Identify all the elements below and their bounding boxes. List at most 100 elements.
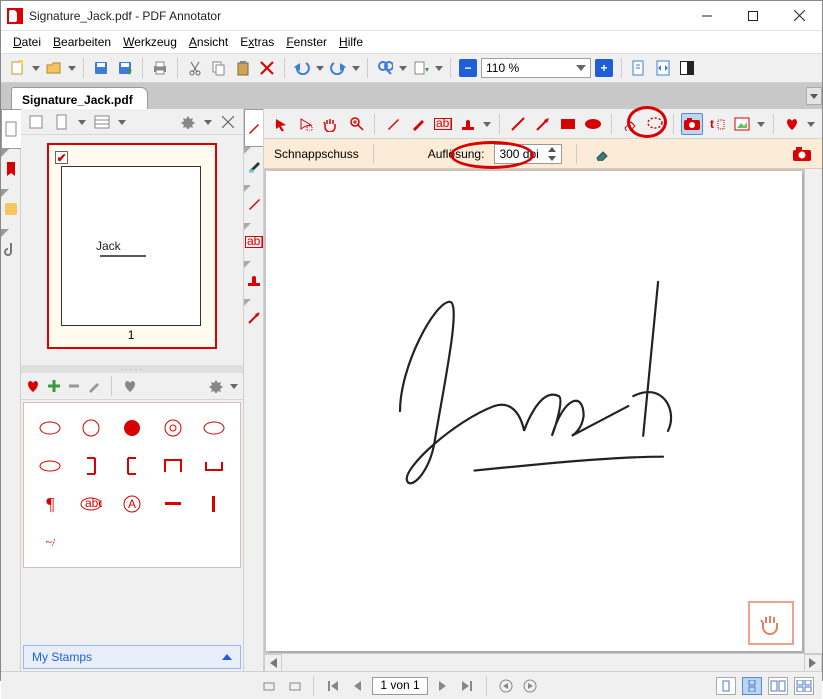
fullscreen-button[interactable] (676, 57, 698, 79)
image-tool[interactable] (731, 113, 753, 135)
favorites-heart-icon[interactable] (25, 379, 41, 393)
bookmarks-panel-tab[interactable] (1, 149, 21, 189)
stamp-item[interactable]: ¶ (30, 485, 71, 523)
stamp-item[interactable] (153, 485, 194, 523)
fit-width-button[interactable] (652, 57, 674, 79)
save-button[interactable] (90, 57, 112, 79)
undo-dropdown[interactable] (315, 64, 325, 72)
add-favorite-button[interactable] (47, 379, 61, 393)
zoom-tool[interactable] (345, 113, 367, 135)
menu-werkzeug[interactable]: Werkzeug (119, 34, 181, 50)
textbox-tool[interactable]: ab| (432, 113, 454, 135)
minimize-button[interactable] (684, 1, 730, 31)
new-page-button[interactable] (51, 111, 73, 133)
prev-page-button[interactable] (348, 677, 366, 695)
cut-button[interactable] (184, 57, 206, 79)
tool-arrow[interactable] (244, 299, 263, 337)
dpi-spinner[interactable] (545, 145, 559, 163)
favorite-tool[interactable] (781, 113, 803, 135)
nav-forward-button[interactable] (521, 677, 539, 695)
fit-page-button[interactable] (628, 57, 650, 79)
redo-dropdown[interactable] (351, 64, 361, 72)
pan-mode-button[interactable] (748, 601, 794, 645)
arrow-shape-tool[interactable] (532, 113, 554, 135)
annotations-panel-tab[interactable] (1, 189, 21, 229)
menu-bearbeiten[interactable]: Bearbeiten (49, 34, 115, 50)
scroll-right-button[interactable] (804, 654, 822, 672)
stamp-tool-dropdown[interactable] (482, 120, 492, 128)
new-page-dropdown[interactable] (77, 118, 87, 126)
sidebar-settings-button[interactable] (177, 111, 199, 133)
stamp-item[interactable] (193, 485, 234, 523)
paste-button[interactable] (232, 57, 254, 79)
stamp-item[interactable] (30, 447, 71, 485)
sidebar-splitter[interactable]: ····· (21, 365, 243, 373)
open-button[interactable] (43, 57, 65, 79)
lasso-tool[interactable] (644, 113, 666, 135)
view-continuous[interactable] (742, 677, 762, 695)
remove-favorite-button[interactable] (67, 379, 81, 393)
pointer-tool[interactable] (270, 113, 292, 135)
dpi-input[interactable]: 300 dpi (494, 144, 562, 164)
pages-dropdown[interactable] (434, 64, 444, 72)
search-dropdown[interactable] (398, 64, 408, 72)
menu-extras[interactable]: Extras (236, 34, 278, 50)
thumbnail-checkbox[interactable]: ✔ (55, 151, 68, 164)
eraser-tool[interactable] (619, 113, 641, 135)
stamp-category-selector[interactable]: My Stamps (23, 645, 241, 669)
tool-pen[interactable] (244, 109, 263, 147)
new-button[interactable] (7, 57, 29, 79)
page-number-input[interactable]: 1 von 1 (372, 677, 428, 695)
tool-highlighter[interactable] (244, 147, 263, 185)
rectangle-tool[interactable] (557, 113, 579, 135)
sb-next-set[interactable] (285, 677, 303, 695)
search-button[interactable] (374, 57, 396, 79)
stamp-item[interactable] (71, 447, 112, 485)
nav-back-button[interactable] (497, 677, 515, 695)
menu-datei[interactable]: Datei (9, 34, 45, 50)
zoom-combo[interactable]: 110 % (481, 58, 591, 78)
new-dropdown[interactable] (31, 64, 41, 72)
page-view-button[interactable] (91, 111, 113, 133)
next-page-button[interactable] (434, 677, 452, 695)
image-tool-dropdown[interactable] (756, 120, 766, 128)
close-button[interactable] (776, 1, 822, 31)
pages-panel-tab[interactable] (1, 109, 21, 149)
stamp-item[interactable] (112, 447, 153, 485)
page-view-dropdown[interactable] (117, 118, 127, 126)
sb-prev-set[interactable] (261, 677, 279, 695)
marker-tool[interactable] (407, 113, 429, 135)
stamp-item[interactable] (112, 409, 153, 447)
pen-tool[interactable] (382, 113, 404, 135)
select-page-button[interactable] (25, 111, 47, 133)
favorites-settings-dropdown[interactable] (229, 382, 239, 390)
view-two-continuous[interactable] (794, 677, 814, 695)
stamp-item[interactable] (153, 409, 194, 447)
stamp-item[interactable] (71, 409, 112, 447)
favorites-settings-button[interactable] (209, 379, 223, 393)
ellipse-tool[interactable] (582, 113, 604, 135)
line-tool[interactable] (507, 113, 529, 135)
horizontal-scrollbar[interactable] (264, 653, 822, 671)
maximize-button[interactable] (730, 1, 776, 31)
menu-fenster[interactable]: Fenster (282, 34, 331, 50)
last-page-button[interactable] (458, 677, 476, 695)
save-as-button[interactable] (114, 57, 136, 79)
stamp-item[interactable]: abc (71, 485, 112, 523)
delete-button[interactable] (256, 57, 278, 79)
copy-button[interactable] (208, 57, 230, 79)
pan-tool[interactable] (320, 113, 342, 135)
tool-pen2[interactable] (244, 185, 263, 223)
close-sidebar-button[interactable] (217, 111, 239, 133)
stamp-tool[interactable] (457, 113, 479, 135)
favorite-current-icon[interactable] (122, 379, 138, 393)
tab-overflow-button[interactable] (806, 87, 822, 105)
zoom-out-button[interactable]: − (457, 57, 479, 79)
scroll-left-button[interactable] (264, 654, 282, 672)
stamp-item[interactable] (153, 447, 194, 485)
tool-stamp[interactable] (244, 261, 263, 299)
view-two-page[interactable] (768, 677, 788, 695)
stamp-item[interactable] (193, 447, 234, 485)
menu-hilfe[interactable]: Hilfe (335, 34, 367, 50)
document-tab[interactable]: Signature_Jack.pdf (11, 87, 148, 109)
